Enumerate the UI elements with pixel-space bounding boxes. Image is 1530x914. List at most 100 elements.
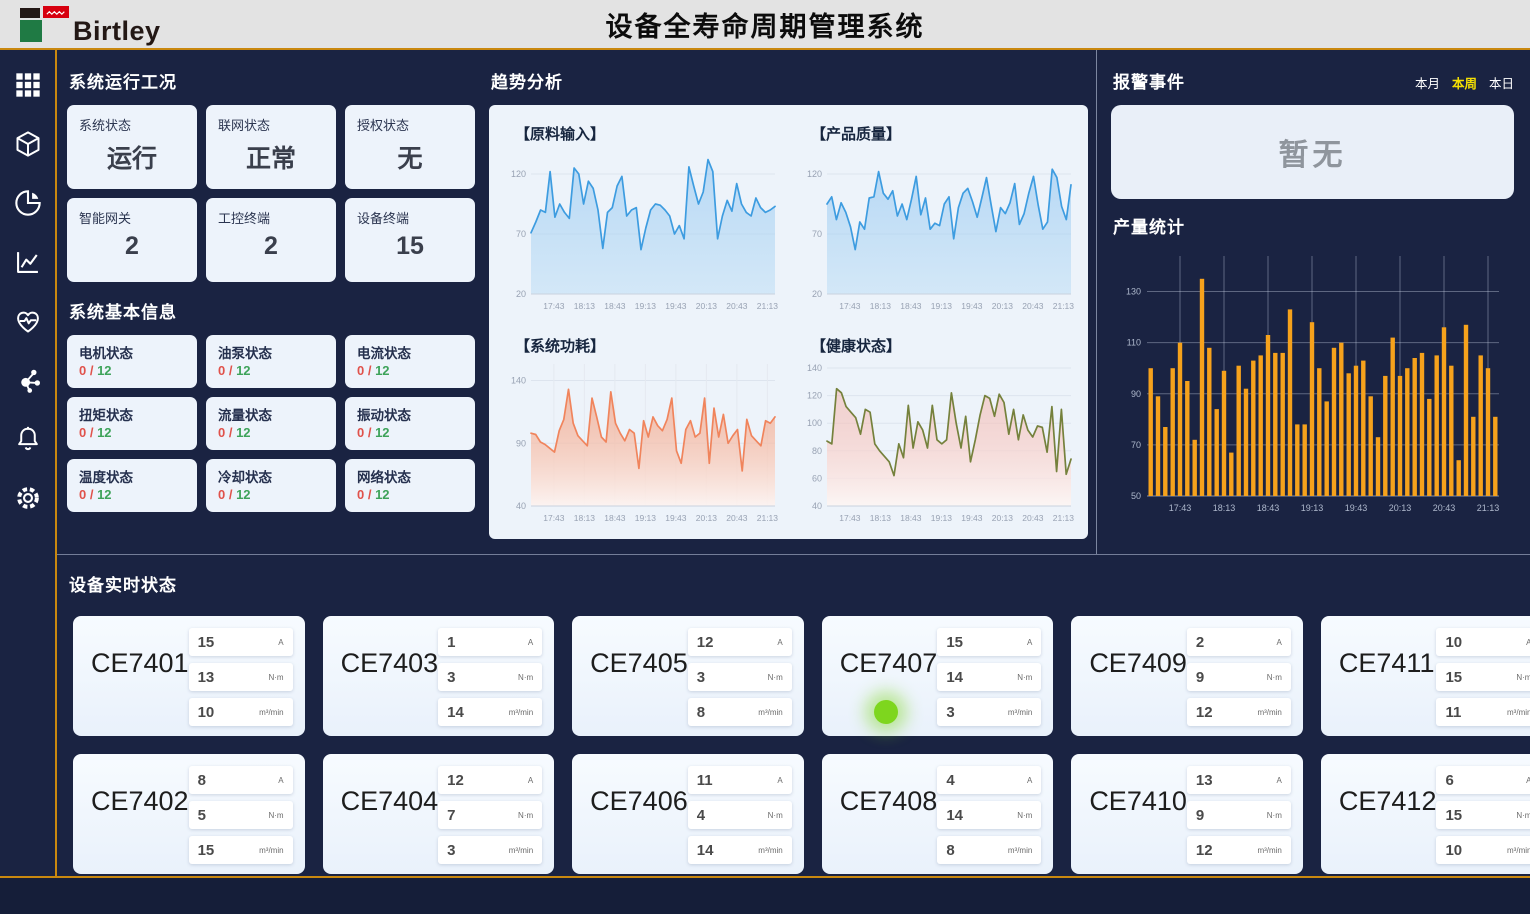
metric-value: 8 <box>697 704 705 721</box>
svg-text:19:43: 19:43 <box>961 301 983 311</box>
metric-value: 4 <box>946 772 954 789</box>
metric-value: 3 <box>697 669 705 686</box>
status-indicator-dot <box>874 700 898 724</box>
metric-unit: A <box>278 638 283 647</box>
left-column: 系统运行工况 系统状态运行联网状态正常授权状态无智能网关2工控终端2设备终端15… <box>57 50 481 554</box>
metric-unit: m³/min <box>1257 846 1281 855</box>
device-card[interactable]: CE74092A9N·m12m³/min <box>1071 616 1303 736</box>
status-card-label: 设备终端 <box>357 208 463 227</box>
info-card-count: 0 / 12 <box>357 425 463 440</box>
device-card[interactable]: CE740512A3N·m8m³/min <box>572 616 804 736</box>
svg-text:20:13: 20:13 <box>696 513 718 523</box>
device-card[interactable]: CE740115A13N·m10m³/min <box>73 616 305 736</box>
info-card-label: 流量状态 <box>218 404 324 424</box>
svg-text:21:13: 21:13 <box>1477 503 1500 513</box>
device-card[interactable]: CE740412A7N·m3m³/min <box>323 754 555 874</box>
alarm-tab-本月[interactable]: 本月 <box>1415 73 1440 92</box>
device-metric-row: 15A <box>937 628 1041 656</box>
svg-text:110: 110 <box>1127 338 1141 348</box>
info-count-current: 0 / <box>218 487 236 502</box>
production-bar-chart: 17:4318:1318:4319:1319:4320:1320:4321:13… <box>1111 250 1514 523</box>
svg-text:21:13: 21:13 <box>1053 513 1075 523</box>
metric-value: 7 <box>447 807 455 824</box>
svg-text:19:13: 19:13 <box>1301 503 1324 513</box>
metric-unit: N·m <box>768 673 783 682</box>
info-card-label: 电流状态 <box>357 342 463 362</box>
device-card[interactable]: CE74031A3N·m14m³/min <box>323 616 555 736</box>
info-count-current: 0 / <box>357 363 375 378</box>
device-metric-row: 12m³/min <box>1187 836 1291 864</box>
svg-text:18:43: 18:43 <box>604 301 626 311</box>
device-metric-row: 8A <box>189 766 293 794</box>
info-card-label: 网络状态 <box>357 466 463 486</box>
svg-text:20:43: 20:43 <box>726 301 748 311</box>
info-card-count: 0 / 12 <box>218 487 324 502</box>
pie-chart-icon[interactable] <box>13 188 43 218</box>
info-count-current: 0 / <box>79 363 97 378</box>
device-card[interactable]: CE74028A5N·m15m³/min <box>73 754 305 874</box>
metric-unit: N·m <box>268 811 283 820</box>
logo-text: Birtley <box>73 20 161 42</box>
svg-text:19:43: 19:43 <box>665 301 687 311</box>
device-card[interactable]: CE741110A15N·m11m³/min <box>1321 616 1530 736</box>
status-card: 授权状态无 <box>345 105 475 189</box>
device-metric-row: 4A <box>937 766 1041 794</box>
svg-text:50: 50 <box>1131 491 1141 501</box>
alarm-tab-本周[interactable]: 本周 <box>1452 73 1477 92</box>
metric-value: 15 <box>198 634 215 651</box>
metric-unit: m³/min <box>1507 846 1530 855</box>
status-card-label: 授权状态 <box>357 115 463 134</box>
status-card-value: 正常 <box>218 139 324 175</box>
metric-unit: m³/min <box>259 708 283 717</box>
top-section: 系统运行工况 系统状态运行联网状态正常授权状态无智能网关2工控终端2设备终端15… <box>57 50 1530 554</box>
metric-unit: A <box>1027 776 1032 785</box>
info-count-total: 12 <box>236 363 250 378</box>
bell-icon[interactable] <box>13 424 43 454</box>
svg-text:90: 90 <box>516 438 526 448</box>
status-card: 系统状态运行 <box>67 105 197 189</box>
device-card[interactable]: CE74126A15N·m10m³/min <box>1321 754 1530 874</box>
status-card: 设备终端15 <box>345 198 475 282</box>
device-card[interactable]: CE741013A9N·m12m³/min <box>1071 754 1303 874</box>
device-metrics: 10A15N·m11m³/min <box>1436 628 1530 726</box>
trend-chart-title: 【产品质量】 <box>811 123 1083 144</box>
info-count-total: 12 <box>375 363 389 378</box>
info-card-label: 振动状态 <box>357 404 463 424</box>
device-metric-row: 15 A <box>189 628 293 656</box>
svg-text:18:13: 18:13 <box>870 513 892 523</box>
metric-unit: A <box>1277 638 1282 647</box>
metric-value: 15 <box>1445 669 1462 686</box>
trend-chart-title: 【系统功耗】 <box>515 335 787 356</box>
metric-value: 12 <box>1196 704 1213 721</box>
line-chart-icon[interactable] <box>13 247 43 277</box>
device-metrics: 15A13N·m10m³/min <box>189 628 293 726</box>
system-status-title: 系统运行工况 <box>69 68 475 93</box>
svg-text:20:43: 20:43 <box>1022 301 1044 311</box>
cube-icon[interactable] <box>13 129 43 159</box>
svg-text:19:43: 19:43 <box>1345 503 1368 513</box>
metric-unit: N·m <box>268 673 283 682</box>
gear-icon[interactable] <box>13 483 43 513</box>
health-icon[interactable] <box>13 306 43 336</box>
info-count-total: 12 <box>375 425 389 440</box>
trend-chart-raw-input: 【原料输入】207012017:4318:1318:4319:1319:4320… <box>495 117 791 323</box>
svg-text:80: 80 <box>812 446 822 456</box>
grid-icon[interactable] <box>13 70 43 100</box>
alarm-tab-本日[interactable]: 本日 <box>1489 73 1514 92</box>
info-card: 温度状态0 / 12 <box>67 459 197 512</box>
info-count-total: 12 <box>97 363 111 378</box>
info-count-total: 12 <box>236 487 250 502</box>
device-name: CE7405 <box>590 648 688 726</box>
device-card[interactable]: CE74084A14N·m8m³/min <box>822 754 1054 874</box>
svg-text:140: 140 <box>807 363 822 373</box>
device-metric-row: 2A <box>1187 628 1291 656</box>
metric-value: 6 <box>1445 772 1453 789</box>
device-card[interactable]: CE740611A4N·m14m³/min <box>572 754 804 874</box>
metric-value: 9 <box>1196 669 1204 686</box>
info-count-current: 0 / <box>218 363 236 378</box>
device-metrics: 1A3N·m14m³/min <box>438 628 542 726</box>
molecule-icon[interactable] <box>13 365 43 395</box>
device-card[interactable]: CE740715A14N·m3m³/min <box>822 616 1054 736</box>
svg-text:120: 120 <box>511 169 526 179</box>
line-chart-raw-input: 207012017:4318:1318:4319:1319:4320:1320:… <box>499 146 787 316</box>
